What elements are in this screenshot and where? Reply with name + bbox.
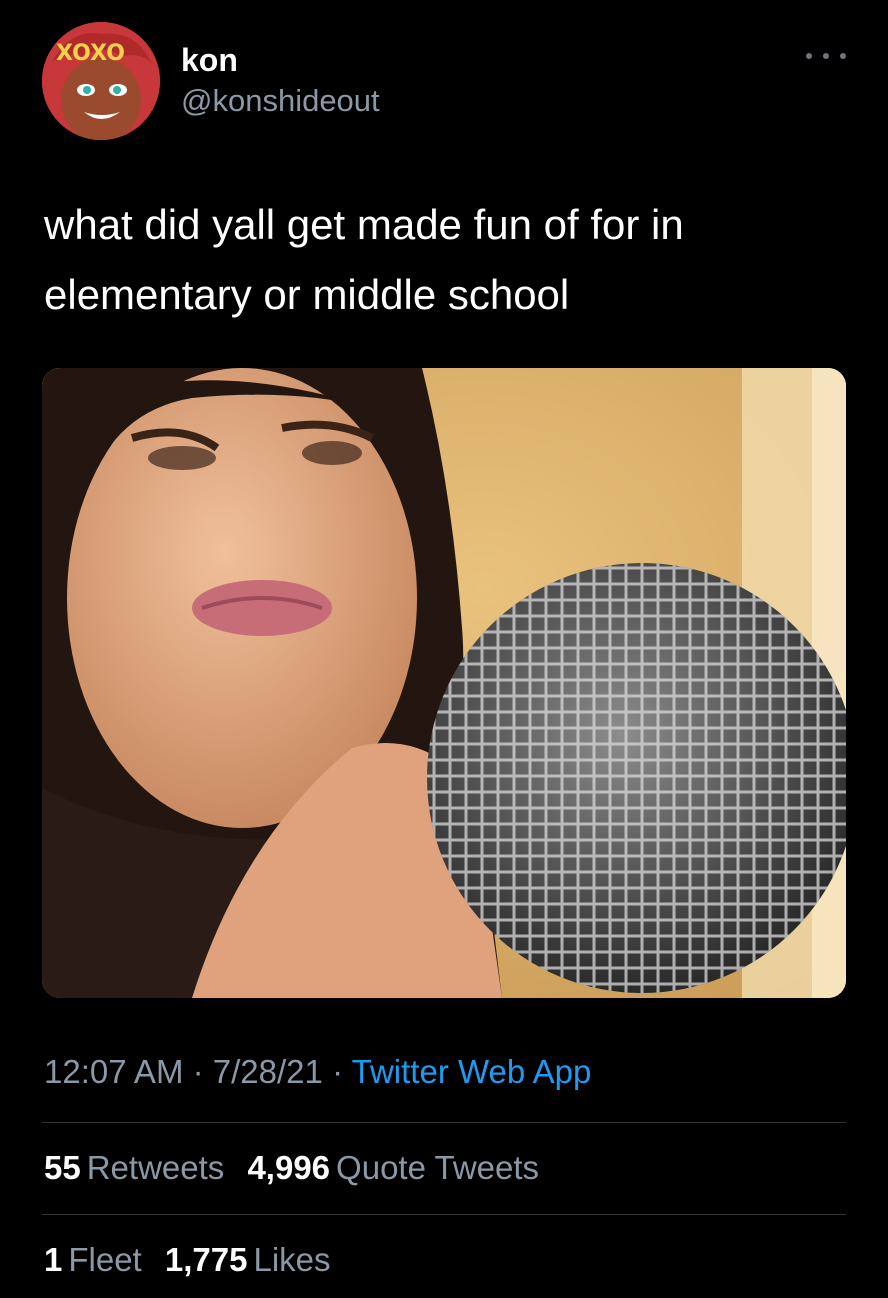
divider [42,1122,846,1123]
fleets-stat[interactable]: 1 Fleet [44,1240,142,1280]
tweet-media-photo[interactable] [42,368,846,998]
tweet-date[interactable]: 7/28/21 [213,1053,323,1090]
fleets-label: Fleet [68,1241,142,1278]
quote-tweets-label: Quote Tweets [336,1149,540,1186]
meta-separator: · [192,1053,204,1090]
fleets-count: 1 [44,1241,63,1278]
tweet-header: XOXO kon @konshideout [42,22,846,142]
meta-separator: · [332,1053,344,1090]
display-name[interactable]: kon [181,40,380,80]
retweets-count: 55 [44,1149,81,1186]
more-horizontal-icon-dot [840,53,846,59]
likes-label: Likes [253,1241,331,1278]
likes-stat[interactable]: 1,775 Likes [165,1240,331,1280]
retweets-stat[interactable]: 55 Retweets [44,1148,224,1188]
stats-row-shares: 55 Retweets 4,996 Quote Tweets [44,1148,553,1188]
quote-tweets-stat[interactable]: 4,996 Quote Tweets [247,1148,539,1188]
tweet-text: what did yall get made fun of for in ele… [44,201,684,318]
svg-text:XOXO: XOXO [56,41,125,66]
tweet-time[interactable]: 12:07 AM [44,1053,183,1090]
tweet-source-link[interactable]: Twitter Web App [352,1053,592,1090]
quote-tweets-count: 4,996 [247,1149,331,1186]
photo-image [42,368,846,998]
stats-row-engagement: 1 Fleet 1,775 Likes [44,1240,345,1280]
user-handle[interactable]: @konshideout [181,80,380,122]
retweets-label: Retweets [86,1149,225,1186]
more-horizontal-icon-dot [823,53,829,59]
tweet-metadata: 12:07 AM · 7/28/21 · Twitter Web App [44,1052,591,1092]
more-horizontal-icon-dot [806,53,812,59]
avatar[interactable]: XOXO [42,22,160,140]
more-options-button[interactable] [806,46,846,66]
likes-count: 1,775 [164,1241,248,1278]
avatar-image: XOXO [42,22,160,140]
divider [42,1214,846,1215]
author-info[interactable]: kon @konshideout [181,40,380,122]
